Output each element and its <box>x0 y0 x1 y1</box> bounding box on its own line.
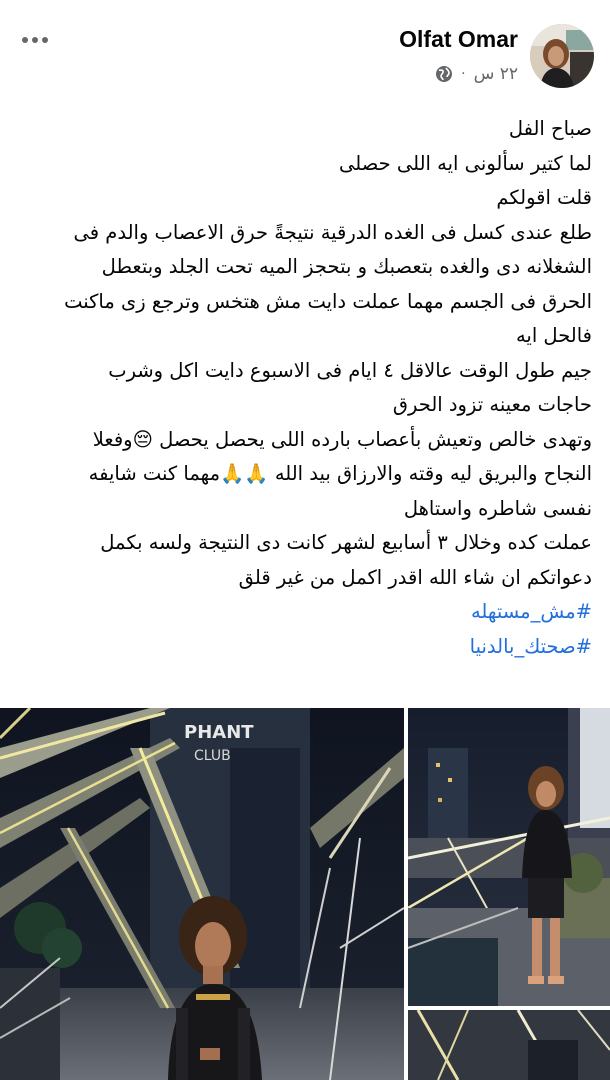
post-line: دعواتكم ان شاء الله اقدر اكمل من غير قلق <box>238 565 592 589</box>
post-line: قلت اقولكم <box>496 186 592 209</box>
post-line: طلع عندى كسل فى الغده الدرقية نتيجةً حرق… <box>73 220 593 244</box>
photo-bottom[interactable] <box>408 1010 610 1080</box>
post-line: فالحل ايه <box>515 324 592 347</box>
author-name[interactable]: Olfat Omar <box>399 26 518 53</box>
post-line: الشغلانه دى والغده بتعصبك و بتحجز الميه … <box>101 255 592 278</box>
post-meta: · ٢٢ س <box>435 64 518 84</box>
post-line: النجاح والبريق ليه وقته والارزاق بيد الل… <box>88 462 592 485</box>
post-time[interactable]: ٢٢ س <box>474 64 518 84</box>
globe-icon[interactable] <box>435 65 453 83</box>
svg-text:CLUB: CLUB <box>194 748 231 764</box>
photo-main[interactable]: PHANT CLUB <box>0 708 404 1080</box>
post-line: الحرق فى الجسم مهما عملت دايت مش هتخس وت… <box>64 289 592 313</box>
post-line: صباح الفل <box>508 117 592 140</box>
meta-separator: · <box>461 66 466 82</box>
hashtag-line: #مش_مستهله <box>6 595 592 630</box>
post-line: حاجات معينه تزود الحرق <box>392 393 592 416</box>
hashtag-line: #صحتك_بالدنيا <box>6 630 592 665</box>
more-dot <box>32 37 38 43</box>
photo-side[interactable] <box>408 708 610 1006</box>
photo-bottom-image <box>408 1010 610 1080</box>
post-line: لما كتير سألونى ايه اللى حصلى <box>339 151 592 175</box>
avatar-image <box>530 24 594 88</box>
more-dot <box>42 37 48 43</box>
photo-side-image <box>408 708 610 1006</box>
post-line: جيم طول الوقت عالاقل ٤ ايام فى الاسبوع د… <box>108 358 592 382</box>
photo-main-image: PHANT CLUB <box>0 708 404 1080</box>
hashtag-link[interactable]: #مش_مستهله <box>471 600 592 623</box>
more-horizontal-icon <box>22 37 28 43</box>
post-line: وتهدى خالص وتعيش بأعصاب بارده اللى يحصل … <box>92 427 592 451</box>
hashtag-link[interactable]: #صحتك_بالدنيا <box>470 635 592 658</box>
post-text: صباح الفل لما كتير سألونى ايه اللى حصلى … <box>6 112 592 664</box>
photo-grid: PHANT CLUB <box>0 708 610 1080</box>
avatar[interactable] <box>530 24 594 88</box>
post-line: نفسى شاطره واستاهل <box>403 496 592 520</box>
more-options-button[interactable] <box>22 28 62 52</box>
post-header: Olfat Omar · ٢٢ س <box>0 0 610 100</box>
svg-text:PHANT: PHANT <box>184 722 254 743</box>
post-line: عملت كده وخلال ٣ أسابيع لشهر كانت دى الن… <box>100 531 592 554</box>
